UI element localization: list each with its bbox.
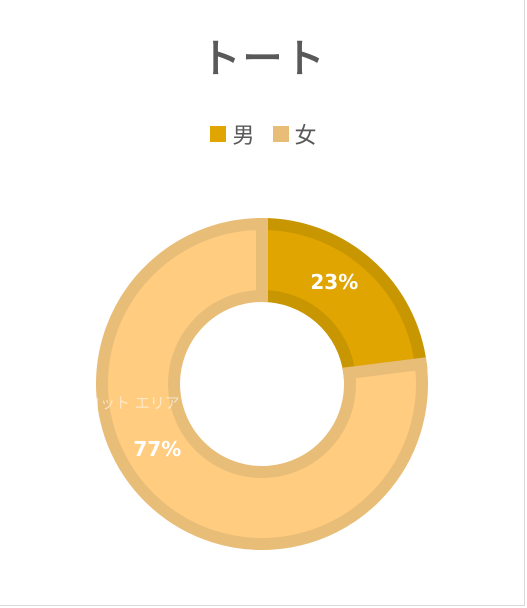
slice-male [256, 217, 428, 380]
donut-chart: 23% 77% [96, 217, 428, 550]
plot-area-watermark: プロット エリア [70, 394, 180, 412]
data-label-female: 77% [133, 437, 181, 461]
data-label-male: 23% [310, 270, 358, 294]
